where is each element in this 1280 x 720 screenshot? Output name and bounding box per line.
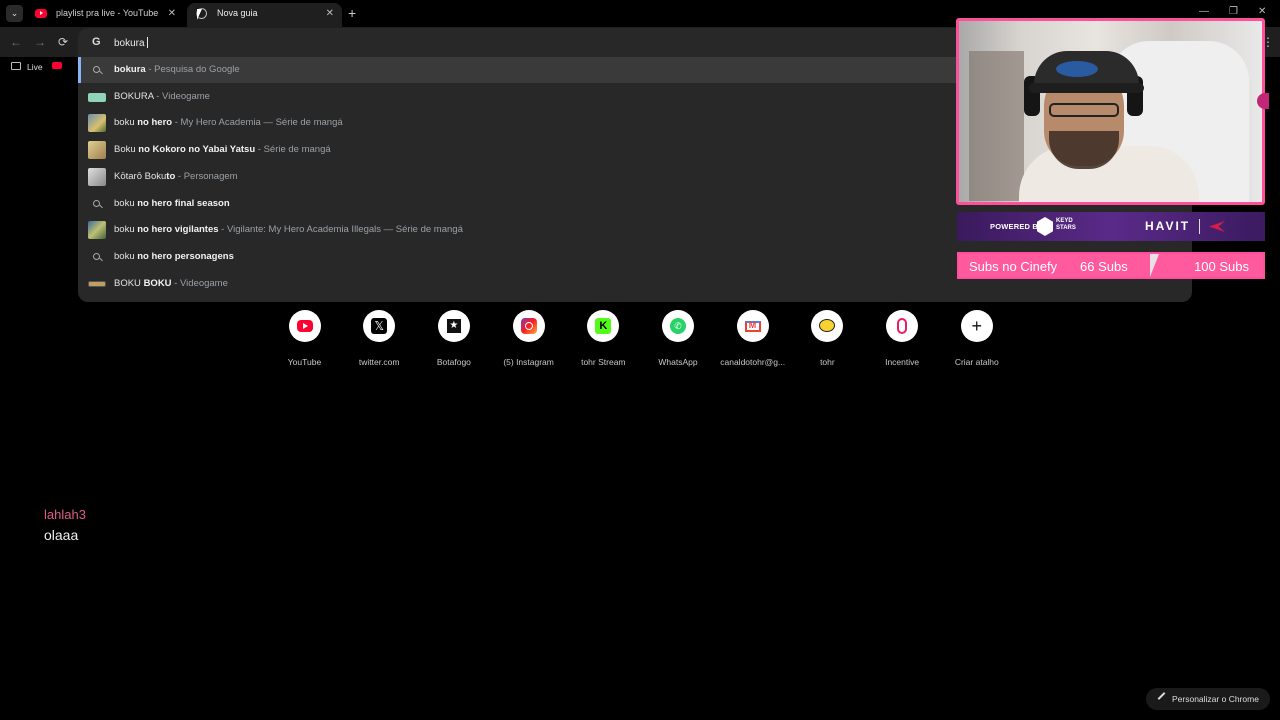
shortcut-tile[interactable]: ★ Botafogo bbox=[416, 310, 491, 367]
x-icon: 𝕏 bbox=[371, 318, 388, 334]
shortcut-icon-circle: ✆ bbox=[662, 310, 694, 342]
whatsapp-icon: ✆ bbox=[670, 318, 686, 334]
shortcut-icon-circle bbox=[288, 310, 321, 342]
divider bbox=[1199, 219, 1200, 234]
plus-icon: + bbox=[971, 316, 983, 336]
shortcut-tile[interactable]: + Criar atalho bbox=[939, 310, 1014, 367]
shortcut-icon-circle: K bbox=[587, 310, 620, 342]
webcam-overlay bbox=[956, 18, 1265, 205]
youtube-icon[interactable] bbox=[52, 62, 62, 69]
shortcut-label: WhatsApp bbox=[658, 357, 698, 367]
suggestion-text: boku no hero - My Hero Academia — Série … bbox=[114, 117, 343, 129]
mouse-cursor-icon bbox=[197, 9, 206, 20]
shortcut-tile[interactable]: Incentive bbox=[865, 310, 940, 367]
sponsor-keyd: KEYD STARS bbox=[1056, 218, 1076, 231]
shortcut-icon-circle bbox=[736, 310, 769, 342]
shortcut-icon-circle: ★ bbox=[437, 310, 470, 342]
bookmarks-bar: Live bbox=[0, 57, 80, 77]
screen: ⌄ playlist pra live - YouTube ✕ Nova gui… bbox=[0, 0, 1280, 720]
shortcut-label: canaldotohr@g... bbox=[720, 357, 786, 367]
forward-button[interactable]: → bbox=[34, 35, 46, 49]
youtube-icon bbox=[35, 9, 47, 18]
game-thumbnail-icon bbox=[88, 280, 106, 287]
star-icon: ★ bbox=[446, 319, 461, 333]
suggestion-text: BOKU BOKU - Videogame bbox=[114, 277, 228, 289]
thumbnail-icon bbox=[88, 221, 106, 240]
thumbnail-icon bbox=[88, 167, 106, 186]
tab-new-tab[interactable]: Nova guia ✕ bbox=[187, 3, 342, 27]
tab-close-button[interactable]: ✕ bbox=[326, 3, 334, 24]
subs-label: Subs no Cinefy bbox=[969, 259, 1058, 274]
shortcut-icon-circle: 𝕏 bbox=[363, 310, 396, 342]
thumbnail-icon bbox=[88, 114, 106, 133]
shortcut-label: tohr Stream bbox=[581, 357, 626, 367]
tohr-icon bbox=[819, 319, 836, 332]
customize-label: Personalizar o Chrome bbox=[1172, 694, 1259, 704]
search-icon bbox=[88, 248, 106, 266]
suggestion-text: Boku no Kokoro no Yabai Yatsu - Série de… bbox=[114, 144, 331, 156]
suggestion-text: Kōtarō Bokuto - Personagem bbox=[114, 170, 238, 182]
sponsor-brand: HAVIT bbox=[1145, 219, 1191, 233]
chat-username: lahlah3 bbox=[44, 507, 86, 522]
minimize-button[interactable]: — bbox=[1199, 6, 1209, 17]
kick-icon: K bbox=[595, 318, 612, 334]
shortcut-label: tohr bbox=[820, 357, 835, 367]
profile-avatar[interactable] bbox=[1257, 93, 1269, 109]
shortcut-tile[interactable]: YouTube bbox=[267, 310, 342, 367]
back-button[interactable]: ← bbox=[10, 35, 22, 49]
close-window-button[interactable]: ✕ bbox=[1258, 6, 1266, 17]
search-icon bbox=[88, 195, 106, 213]
shortcut-label: (5) Instagram bbox=[503, 357, 554, 367]
tab-close-button[interactable]: ✕ bbox=[168, 3, 176, 24]
sponsor-powered-by: POWERED BY bbox=[990, 222, 1044, 231]
suggestion-text: bokura - Pesquisa do Google bbox=[114, 64, 240, 75]
address-input[interactable]: bokura bbox=[114, 37, 148, 49]
shortcut-label: Criar atalho bbox=[954, 357, 999, 367]
tab-title: playlist pra live - YouTube bbox=[56, 8, 159, 18]
shortcut-tile[interactable]: 𝕏twitter.com bbox=[342, 310, 417, 367]
maximize-button[interactable]: ❐ bbox=[1229, 6, 1238, 17]
shortcut-tile[interactable]: tohr bbox=[790, 310, 865, 367]
shortcut-icon-circle: + bbox=[960, 310, 993, 342]
shortcut-icon-circle bbox=[512, 310, 545, 342]
suggestion-text: boku no hero vigilantes - Vigilante: My … bbox=[114, 224, 463, 236]
shortcut-tile[interactable]: (5) Instagram bbox=[491, 310, 566, 367]
subs-goal-bar: Subs no Cinefy 66 Subs 100 Subs bbox=[957, 252, 1265, 279]
shortcut-label: Incentive bbox=[885, 357, 920, 367]
shortcut-tile[interactable]: ✆ WhatsApp bbox=[641, 310, 716, 367]
shortcut-icon-circle bbox=[811, 310, 844, 342]
shortcut-label: twitter.com bbox=[358, 357, 400, 367]
keyd-logo-icon bbox=[1037, 217, 1053, 236]
sponsor-banner: POWERED BY KEYD STARS HAVIT bbox=[957, 212, 1265, 241]
incentive-icon bbox=[897, 318, 908, 334]
youtube-icon bbox=[296, 320, 313, 332]
shortcut-tile[interactable]: Ktohr Stream bbox=[566, 310, 641, 367]
tab-title: Nova guia bbox=[217, 8, 258, 18]
suggestion-text: boku no hero personagens bbox=[114, 250, 234, 262]
subs-current: 66 Subs bbox=[1080, 259, 1128, 274]
tab-youtube-playlist[interactable]: playlist pra live - YouTube ✕ bbox=[26, 3, 184, 27]
customize-chrome-button[interactable]: Personalizar o Chrome bbox=[1146, 688, 1270, 710]
suggestion-text: BOKURA - Videogame bbox=[114, 90, 210, 102]
instagram-icon bbox=[520, 318, 537, 334]
tab-search-button[interactable]: ⌄ bbox=[6, 5, 23, 22]
folder-icon bbox=[11, 62, 21, 70]
bookmark-live[interactable]: Live bbox=[27, 62, 43, 72]
search-icon bbox=[88, 61, 106, 79]
reload-button[interactable]: ⟳ bbox=[58, 35, 68, 49]
shortcut-icon-circle bbox=[886, 310, 919, 342]
google-icon: G bbox=[92, 36, 101, 48]
pencil-icon bbox=[1157, 692, 1166, 700]
suggestion-text: boku no hero final season bbox=[114, 197, 230, 209]
shortcut-label: Botafogo bbox=[436, 357, 471, 367]
subs-goal: 100 Subs bbox=[1194, 259, 1249, 274]
thumbnail-icon bbox=[88, 141, 106, 160]
havit-mark-icon bbox=[1209, 221, 1225, 232]
gmail-icon bbox=[744, 320, 761, 332]
chat-message: olaaa bbox=[44, 527, 79, 543]
shortcut-tile[interactable]: canaldotohr@g... bbox=[715, 310, 790, 367]
new-tab-button[interactable]: + bbox=[348, 5, 356, 21]
game-thumbnail-icon bbox=[88, 92, 106, 102]
shortcut-label: YouTube bbox=[287, 357, 322, 367]
